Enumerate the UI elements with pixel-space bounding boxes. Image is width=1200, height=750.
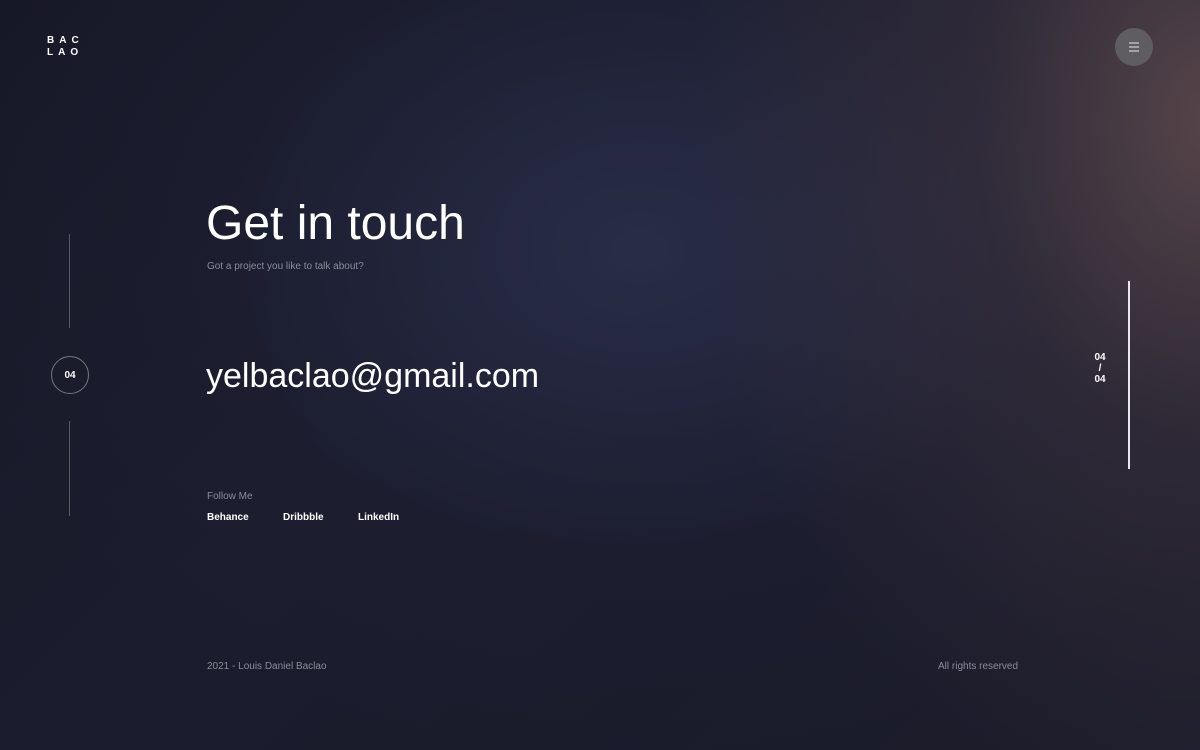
side-nav-line-bottom xyxy=(69,421,70,516)
follow-me-label: Follow Me xyxy=(207,491,253,502)
brand-logo[interactable]: BAC LAO xyxy=(47,35,84,59)
current-section-number: 04 xyxy=(64,369,76,381)
footer-rights: All rights reserved xyxy=(938,661,1019,672)
footer-copyright: 2021 - Louis Daniel Baclao xyxy=(207,661,327,672)
logo-line-2: LAO xyxy=(47,47,84,58)
logo-line-1: BAC xyxy=(47,35,84,46)
page-counter-current: 04 xyxy=(1094,352,1106,363)
hamburger-menu-icon xyxy=(1129,42,1139,52)
linkedin-link[interactable]: LinkedIn xyxy=(358,512,399,523)
page-counter-total: 04 xyxy=(1094,374,1106,385)
page-subtitle: Got a project you like to talk about? xyxy=(207,261,364,272)
behance-link[interactable]: Behance xyxy=(207,512,249,523)
current-section-indicator[interactable]: 04 xyxy=(51,356,89,394)
scroll-progress-bar[interactable] xyxy=(1128,281,1130,469)
dribbble-link[interactable]: Dribbble xyxy=(283,512,324,523)
email-link[interactable]: yelbaclao@gmail.com xyxy=(206,355,539,397)
page-title: Get in touch xyxy=(206,197,465,250)
page-counter: 04 / 04 xyxy=(1088,352,1112,385)
menu-button[interactable] xyxy=(1115,28,1153,66)
side-nav-line-top xyxy=(69,234,70,328)
page-counter-separator: / xyxy=(1098,363,1102,374)
